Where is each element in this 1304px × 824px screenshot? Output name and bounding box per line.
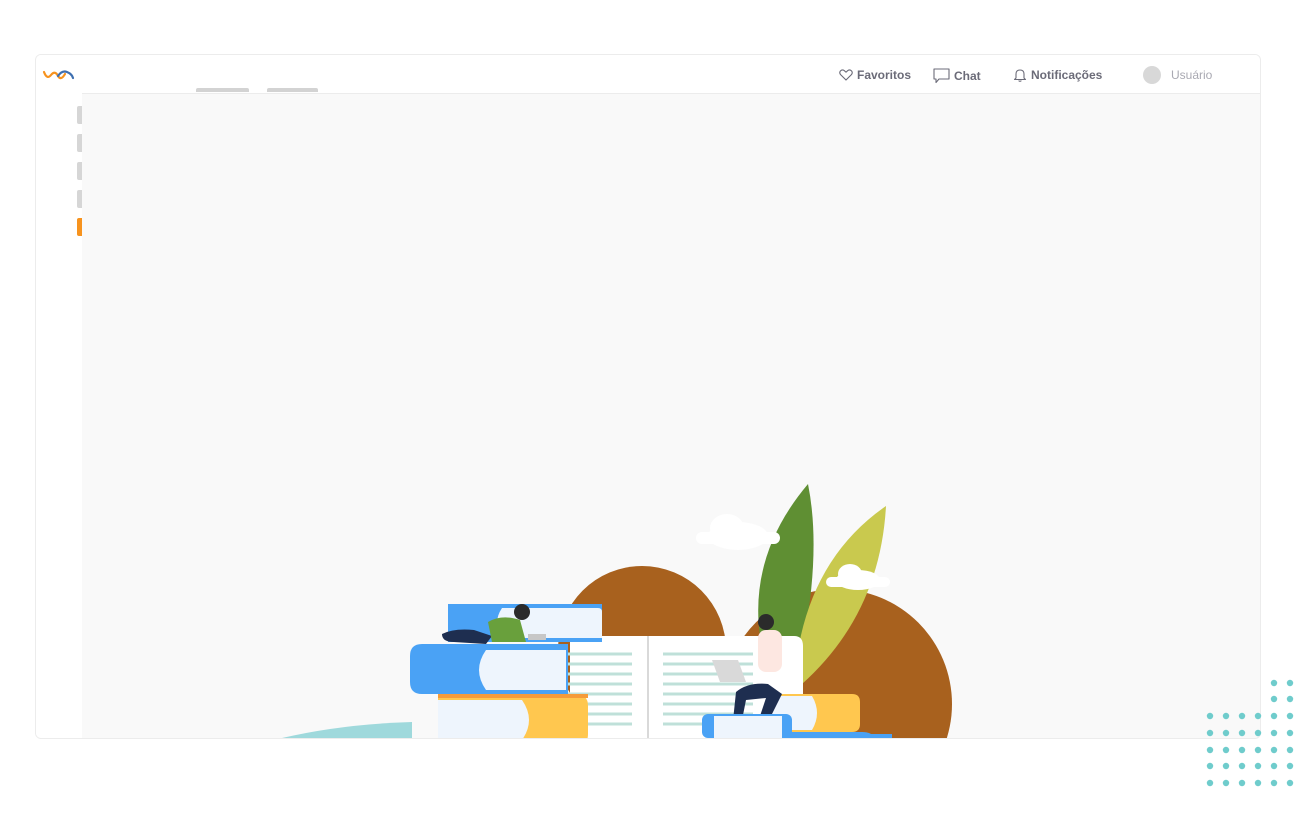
favorites-link[interactable]: Favoritos xyxy=(839,68,911,82)
heart-icon xyxy=(839,69,853,81)
chat-icon xyxy=(933,68,950,84)
sidebar xyxy=(36,55,83,738)
decorative-dots xyxy=(1206,679,1294,787)
main-content xyxy=(82,94,1260,738)
notifications-label: Notificações xyxy=(1031,68,1103,82)
brand-logo[interactable] xyxy=(41,67,77,83)
app-window: Favoritos Chat Notificações Usuário xyxy=(35,54,1261,739)
chat-label: Chat xyxy=(954,69,981,83)
user-menu[interactable]: Usuário xyxy=(1143,66,1212,84)
avatar xyxy=(1143,66,1161,84)
tab-placeholder-1[interactable] xyxy=(196,88,249,92)
user-label: Usuário xyxy=(1171,68,1213,82)
top-navigation: Favoritos Chat Notificações Usuário xyxy=(82,55,1260,94)
bell-icon xyxy=(1013,69,1027,82)
chat-link[interactable]: Chat xyxy=(933,68,981,84)
tab-placeholder-2[interactable] xyxy=(267,88,318,92)
favorites-label: Favoritos xyxy=(857,68,912,82)
notifications-link[interactable]: Notificações xyxy=(1013,68,1102,82)
people-reading-books-illustration xyxy=(282,484,952,738)
